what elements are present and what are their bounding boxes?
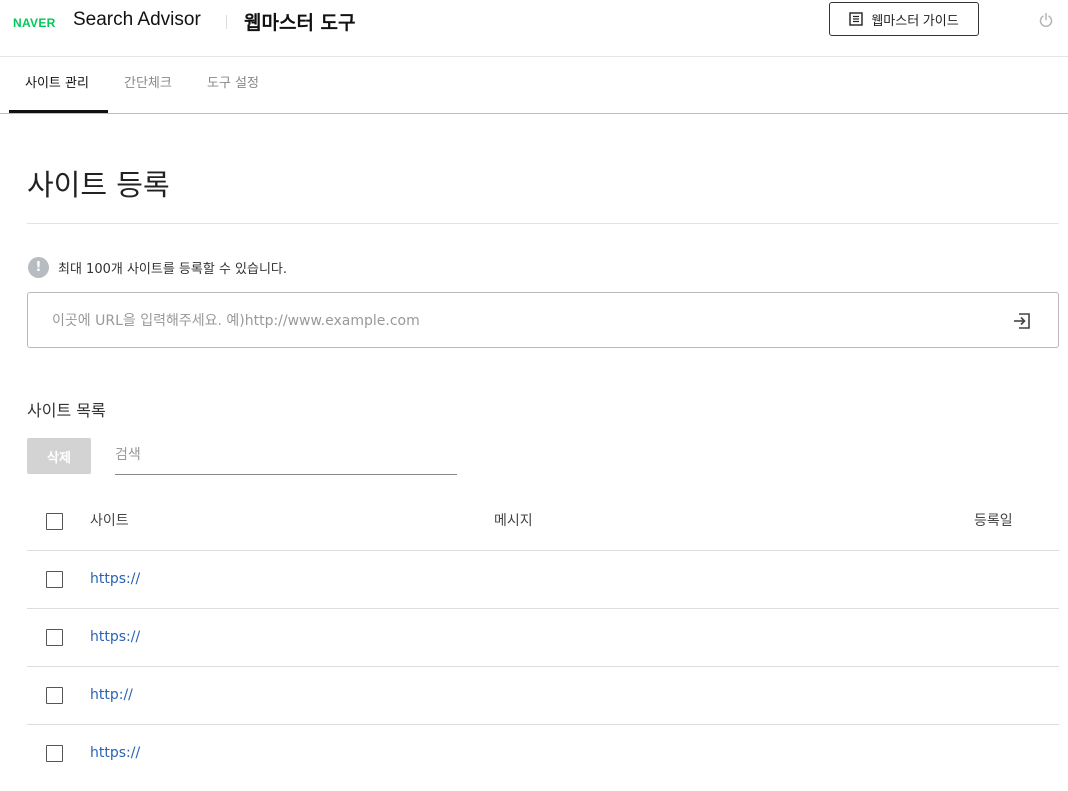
select-all-checkbox[interactable]	[46, 513, 63, 530]
tab-tool-settings[interactable]: 도구 설정	[207, 57, 259, 113]
table-row: https://	[27, 725, 1059, 782]
main-tabs: 사이트 관리 간단체크 도구 설정	[0, 57, 1068, 114]
title-divider	[27, 223, 1059, 224]
page-title: 사이트 등록	[27, 168, 170, 202]
row-checkbox[interactable]	[46, 571, 63, 588]
webmaster-guide-label: 웹마스터 가이드	[871, 12, 959, 28]
site-link[interactable]: http://	[90, 667, 133, 724]
table-row: http://	[27, 667, 1059, 725]
site-link[interactable]: https://	[90, 725, 140, 782]
site-link[interactable]: https://	[90, 551, 140, 608]
tab-site-management[interactable]: 사이트 관리	[25, 57, 89, 113]
row-checkbox[interactable]	[46, 687, 63, 704]
tab-simple-check[interactable]: 간단체크	[124, 57, 172, 113]
table-row: https://	[27, 609, 1059, 667]
url-input[interactable]	[50, 307, 994, 335]
site-list-title: 사이트 목록	[27, 401, 106, 420]
info-icon: !	[28, 257, 49, 278]
webmaster-guide-button[interactable]: 웹마스터 가이드	[829, 2, 979, 36]
document-list-icon	[849, 12, 864, 26]
header-divider	[226, 15, 227, 29]
column-header-date: 등록일	[974, 513, 1013, 529]
submit-arrow-icon[interactable]	[1011, 311, 1033, 331]
table-row: https://	[27, 551, 1059, 609]
table-header-row: 사이트 메시지 등록일	[27, 493, 1059, 551]
column-header-site: 사이트	[90, 513, 129, 529]
top-header: NAVER Search Advisor 웹마스터 도구 웹마스터 가이드	[0, 0, 1068, 57]
active-tab-indicator	[9, 110, 108, 113]
search-input[interactable]	[115, 440, 457, 470]
naver-logo[interactable]: NAVER	[13, 16, 56, 30]
site-link[interactable]: https://	[90, 609, 140, 666]
url-input-box	[27, 292, 1059, 348]
column-header-message: 메시지	[494, 513, 533, 529]
row-checkbox[interactable]	[46, 629, 63, 646]
limit-notice-text: 최대 100개 사이트를 등록할 수 있습니다.	[58, 262, 288, 277]
delete-button[interactable]: 삭제	[27, 438, 91, 474]
search-field	[115, 440, 457, 475]
limit-notice: ! 최대 100개 사이트를 등록할 수 있습니다.	[28, 257, 287, 278]
row-checkbox[interactable]	[46, 745, 63, 762]
tool-title: 웹마스터 도구	[244, 12, 356, 34]
site-table: 사이트 메시지 등록일 https:// https:// http:// ht…	[27, 493, 1059, 782]
app-name[interactable]: Search Advisor	[73, 9, 201, 31]
logout-power-icon[interactable]	[1038, 12, 1054, 28]
